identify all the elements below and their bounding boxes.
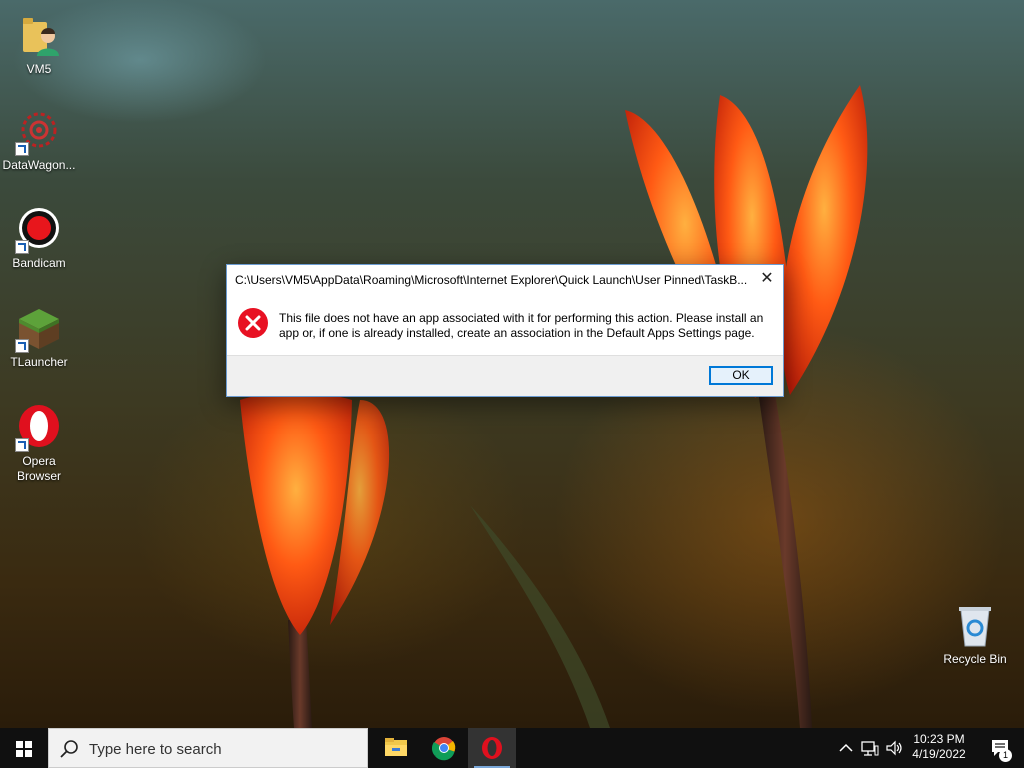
desktop-icon-recycle-bin[interactable]: Recycle Bin [936,602,1014,667]
taskbar-file-explorer[interactable] [372,728,420,768]
start-button[interactable] [0,728,48,768]
dialog-footer: OK [227,355,783,396]
notification-count-badge: 1 [999,749,1012,762]
desktop-icon-label: Opera Browser [16,454,61,483]
error-dialog: C:\Users\VM5\AppData\Roaming\Microsoft\I… [226,264,784,397]
desktop-icon-vm5[interactable]: VM5 [0,12,78,77]
desktop-icon-label: DataWagon... [2,158,76,172]
desktop-icon-label: Recycle Bin [943,652,1007,666]
windows-logo-icon [16,741,32,757]
search-input[interactable]: Type here to search [48,728,368,768]
close-button[interactable]: ✕ [757,269,777,289]
minecraft-grass-block-icon [15,305,63,353]
desktop-icon-tlauncher[interactable]: TLauncher [0,305,78,370]
network-icon[interactable] [860,738,880,758]
taskbar-opera[interactable] [468,728,516,768]
recycle-bin-icon [951,602,999,650]
shortcut-arrow-icon [15,142,29,156]
opera-icon [15,404,63,452]
close-icon: ✕ [760,270,774,287]
chevron-up-icon[interactable] [836,738,856,758]
desktop-icon-label: VM5 [26,62,52,76]
desktop-icon-opera[interactable]: Opera Browser [0,404,78,484]
desktop-icon-bandicam[interactable]: Bandicam [0,206,78,271]
ok-button[interactable]: OK [709,366,773,385]
opera-icon [482,737,502,759]
desktop: VM5 DataWagon... Bandicam TLauncher Oper… [0,0,1024,728]
desktop-icon-label: TLauncher [10,355,68,369]
dialog-title: C:\Users\VM5\AppData\Roaming\Microsoft\I… [235,273,748,287]
dialog-message: This file does not have an app associate… [279,311,764,340]
clock-time: 10:23 PM [913,732,965,746]
chrome-icon [431,737,456,761]
shortcut-arrow-icon [15,438,29,452]
search-icon [60,740,78,758]
error-icon [237,307,269,339]
search-placeholder: Type here to search [89,741,222,758]
clock[interactable]: 10:23 PM 4/19/2022 [902,732,976,762]
file-explorer-icon [385,738,407,756]
desktop-icon-label: Bandicam [12,256,66,270]
notification-icon [992,740,1008,756]
desktop-icon-datawagon[interactable]: DataWagon... [0,108,78,173]
taskbar: Type here to search 10:23 PM 4/19/2022 1 [0,728,1024,768]
clock-date: 4/19/2022 [912,747,966,761]
user-folder-icon [15,12,63,60]
bandicam-icon [15,206,63,254]
datawagon-icon [15,108,63,156]
action-center-button[interactable]: 1 [980,728,1020,768]
shortcut-arrow-icon [15,339,29,353]
shortcut-arrow-icon [15,240,29,254]
volume-icon[interactable] [884,738,904,758]
taskbar-chrome[interactable] [420,728,468,768]
